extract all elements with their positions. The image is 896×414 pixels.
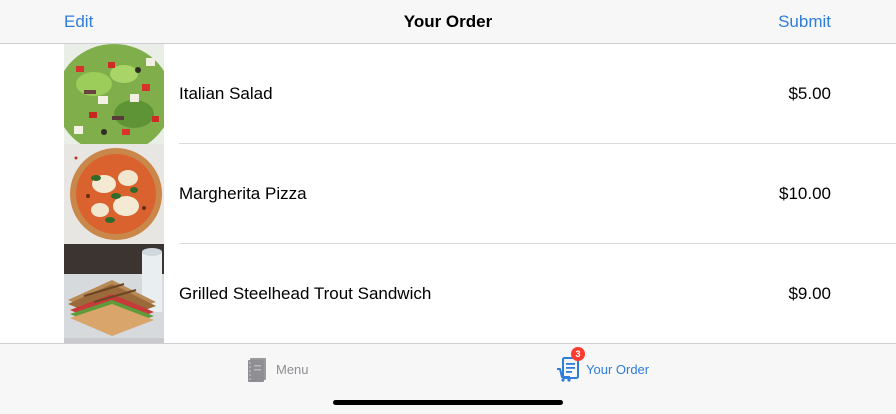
order-item-row[interactable]: Grilled Steelhead Trout Sandwich $9.00 <box>0 244 896 344</box>
item-name: Margherita Pizza <box>179 184 307 203</box>
navigation-bar: Edit Your Order Submit <box>0 0 896 44</box>
item-price: $5.00 <box>788 84 831 103</box>
tab-label: Menu <box>276 362 309 377</box>
item-name: Italian Salad <box>179 84 273 103</box>
item-price: $10.00 <box>779 184 831 203</box>
home-indicator[interactable] <box>333 400 563 405</box>
margherita-pizza-photo <box>64 144 164 244</box>
item-price: $9.00 <box>788 284 831 303</box>
item-name: Grilled Steelhead Trout Sandwich <box>179 284 432 303</box>
trout-sandwich-photo <box>64 244 164 344</box>
order-list[interactable]: Italian Salad $5.00 Margherita Pizza $10… <box>0 44 896 344</box>
order-item-row[interactable]: Margherita Pizza $10.00 <box>0 144 896 244</box>
page-title: Your Order <box>403 12 493 31</box>
italian-salad-photo <box>64 44 164 144</box>
tab-label: Your Order <box>586 362 650 377</box>
menu-book-icon <box>248 358 266 382</box>
order-item-row[interactable]: Italian Salad $5.00 <box>0 44 896 144</box>
order-count-badge: 3 <box>571 347 585 361</box>
submit-button[interactable]: Submit <box>778 12 831 32</box>
